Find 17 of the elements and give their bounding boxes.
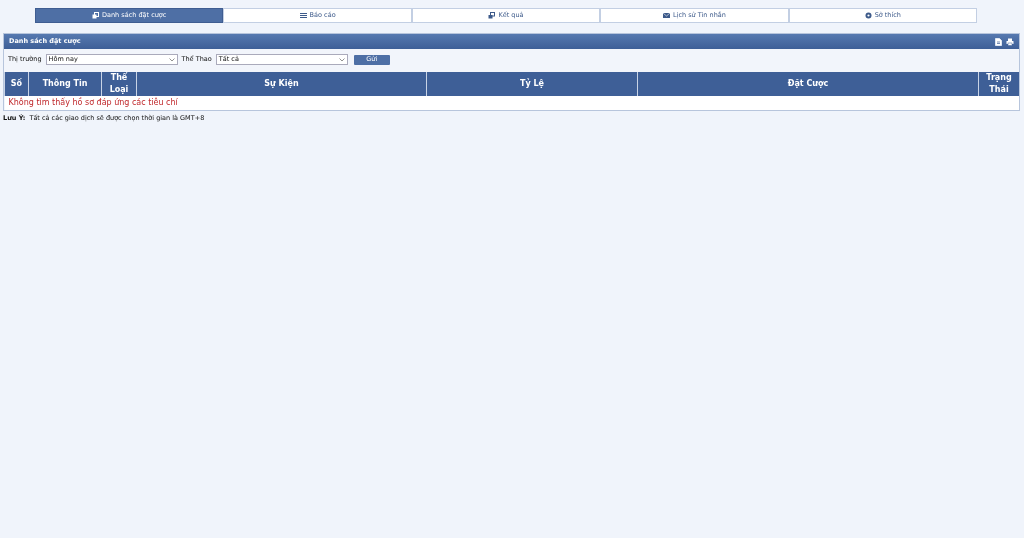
column-header: Trạng Thái: [978, 72, 1019, 96]
column-header: Thể Loại: [101, 72, 137, 96]
empty-message: Không tìm thấy hồ sơ đáp ứng các tiêu chí: [4, 96, 1019, 110]
list-icon: [299, 12, 307, 19]
document-icon[interactable]: [995, 37, 1002, 46]
print-icon[interactable]: [1006, 37, 1014, 46]
settings-icon: [864, 12, 872, 19]
column-header: Thông Tin: [28, 72, 102, 96]
column-header: Tỷ Lệ: [426, 72, 638, 96]
column-header: Đặt Cược: [637, 72, 979, 96]
windows-icon: [488, 12, 496, 19]
copy-icon: [92, 12, 99, 19]
envelope-icon: [663, 12, 670, 19]
column-header: Số: [4, 72, 29, 96]
chevron-down-icon: [168, 57, 175, 62]
chevron-down-icon: [338, 57, 345, 62]
column-header: Sự Kiện: [136, 72, 427, 96]
